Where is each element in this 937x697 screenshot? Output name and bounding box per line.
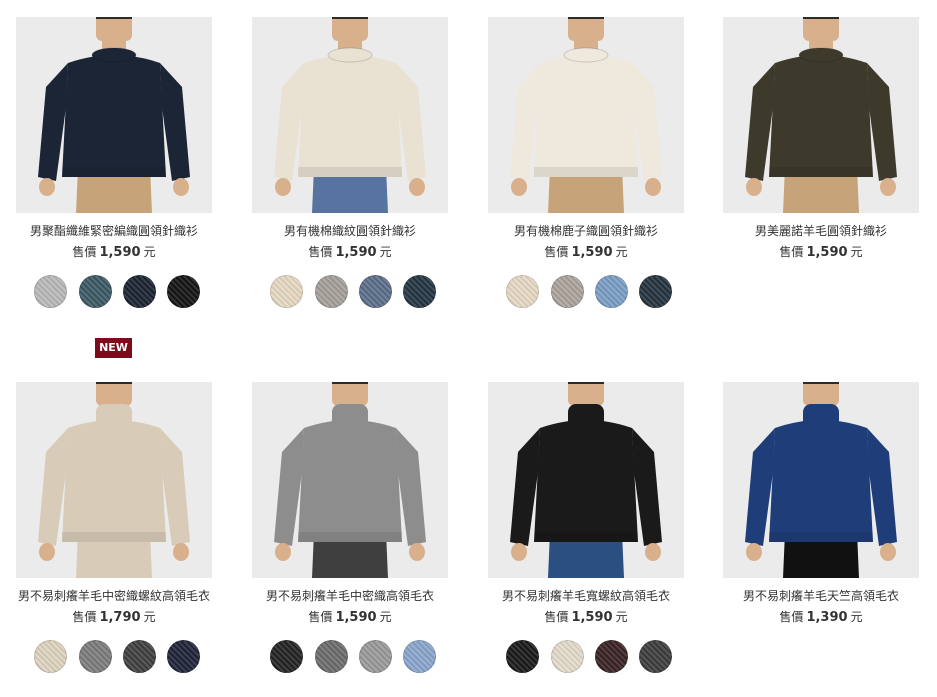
price-currency: 元 xyxy=(615,245,628,259)
color-swatch[interactable] xyxy=(359,275,392,308)
price-currency: 元 xyxy=(850,245,863,259)
price-label: 售價 xyxy=(544,610,569,624)
color-swatch[interactable] xyxy=(79,640,112,673)
product-price: 售價 1,590 元 xyxy=(16,244,212,261)
product-price: 售價 1,590 元 xyxy=(723,244,919,261)
product-image xyxy=(16,17,212,213)
price-currency: 元 xyxy=(850,610,863,624)
color-swatch[interactable] xyxy=(123,275,156,308)
price-value: 1,590 xyxy=(806,245,848,260)
product-name[interactable]: 男有機棉鹿子織圓領針織衫 xyxy=(468,223,704,239)
price-currency: 元 xyxy=(615,610,628,624)
price-label: 售價 xyxy=(308,610,333,624)
product-image xyxy=(488,17,684,213)
color-swatch[interactable] xyxy=(34,275,67,308)
product-photo[interactable] xyxy=(723,17,919,213)
product-price: 售價 1,390 元 xyxy=(723,609,919,626)
price-currency: 元 xyxy=(143,245,156,259)
color-swatch[interactable] xyxy=(551,275,584,308)
product-image xyxy=(723,382,919,578)
product-name[interactable]: 男不易刺癢羊毛寬螺紋高領毛衣 xyxy=(468,588,704,604)
color-swatch[interactable] xyxy=(551,640,584,673)
color-swatch[interactable] xyxy=(167,275,200,308)
price-label: 售價 xyxy=(308,245,333,259)
product-image xyxy=(723,17,919,213)
color-swatch[interactable] xyxy=(315,640,348,673)
color-swatch[interactable] xyxy=(595,275,628,308)
product-name[interactable]: 男不易刺癢羊毛天竺高領毛衣 xyxy=(703,588,937,604)
product-name[interactable]: 男不易刺癢羊毛中密織高領毛衣 xyxy=(232,588,468,604)
product-price: 售價 1,790 元 xyxy=(16,609,212,626)
price-label: 售價 xyxy=(779,610,804,624)
price-currency: 元 xyxy=(379,245,392,259)
color-swatch[interactable] xyxy=(595,640,628,673)
product-photo[interactable] xyxy=(16,382,212,578)
price-value: 1,590 xyxy=(99,245,141,260)
price-value: 1,790 xyxy=(99,610,141,625)
price-label: 售價 xyxy=(779,245,804,259)
product-price: 售價 1,590 元 xyxy=(252,609,448,626)
product-photo[interactable] xyxy=(252,382,448,578)
product-price: 售價 1,590 元 xyxy=(252,244,448,261)
color-swatch[interactable] xyxy=(79,275,112,308)
product-photo[interactable] xyxy=(488,382,684,578)
price-value: 1,390 xyxy=(806,610,848,625)
color-swatch[interactable] xyxy=(34,640,67,673)
price-value: 1,590 xyxy=(571,610,613,625)
price-currency: 元 xyxy=(143,610,156,624)
product-name[interactable]: 男不易刺癢羊毛中密織螺紋高領毛衣 xyxy=(0,588,232,604)
color-swatch[interactable] xyxy=(639,275,672,308)
color-swatch[interactable] xyxy=(359,640,392,673)
price-value: 1,590 xyxy=(335,245,377,260)
price-value: 1,590 xyxy=(335,610,377,625)
color-swatch[interactable] xyxy=(403,640,436,673)
price-label: 售價 xyxy=(72,245,97,259)
color-swatch[interactable] xyxy=(167,640,200,673)
new-badge: NEW xyxy=(95,338,132,358)
color-swatch[interactable] xyxy=(506,275,539,308)
price-currency: 元 xyxy=(379,610,392,624)
product-name[interactable]: 男聚酯纖維緊密編織圓領針織衫 xyxy=(0,223,232,239)
color-swatch[interactable] xyxy=(270,640,303,673)
product-name[interactable]: 男美麗諾羊毛圓領針織衫 xyxy=(703,223,937,239)
product-image xyxy=(16,382,212,578)
product-photo[interactable] xyxy=(488,17,684,213)
color-swatch[interactable] xyxy=(639,640,672,673)
product-image xyxy=(488,382,684,578)
product-photo[interactable] xyxy=(252,17,448,213)
product-photo[interactable] xyxy=(16,17,212,213)
color-swatch[interactable] xyxy=(123,640,156,673)
product-name[interactable]: 男有機棉織紋圓領針織衫 xyxy=(232,223,468,239)
product-price: 售價 1,590 元 xyxy=(488,609,684,626)
color-swatch[interactable] xyxy=(270,275,303,308)
product-image xyxy=(252,382,448,578)
price-label: 售價 xyxy=(72,610,97,624)
color-swatch[interactable] xyxy=(315,275,348,308)
product-price: 售價 1,590 元 xyxy=(488,244,684,261)
color-swatch[interactable] xyxy=(506,640,539,673)
product-image xyxy=(252,17,448,213)
price-value: 1,590 xyxy=(571,245,613,260)
color-swatch[interactable] xyxy=(403,275,436,308)
price-label: 售價 xyxy=(544,245,569,259)
product-photo[interactable] xyxy=(723,382,919,578)
